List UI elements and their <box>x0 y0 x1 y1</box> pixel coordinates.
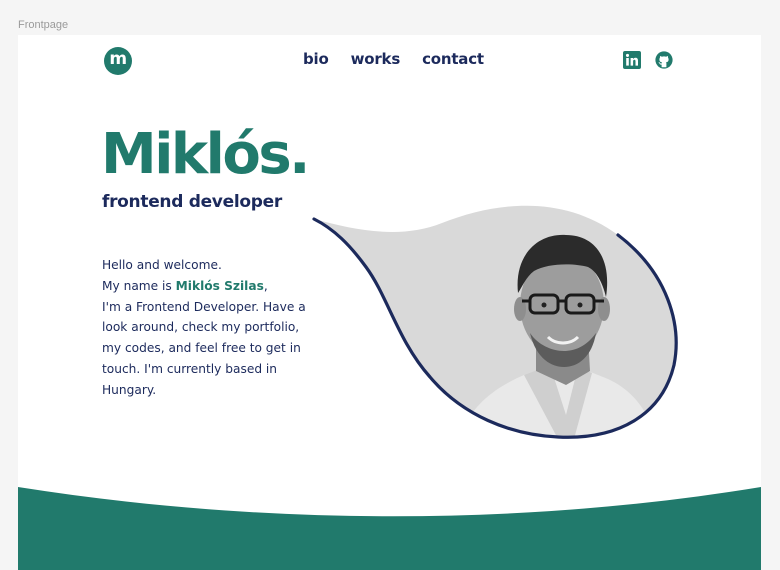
portrait-blob <box>312 205 678 439</box>
bottom-wave <box>18 487 761 570</box>
frontpage-artboard: m bio works contact Miklós. frontend dev… <box>18 35 761 570</box>
frame-label: Frontpage <box>18 19 69 31</box>
